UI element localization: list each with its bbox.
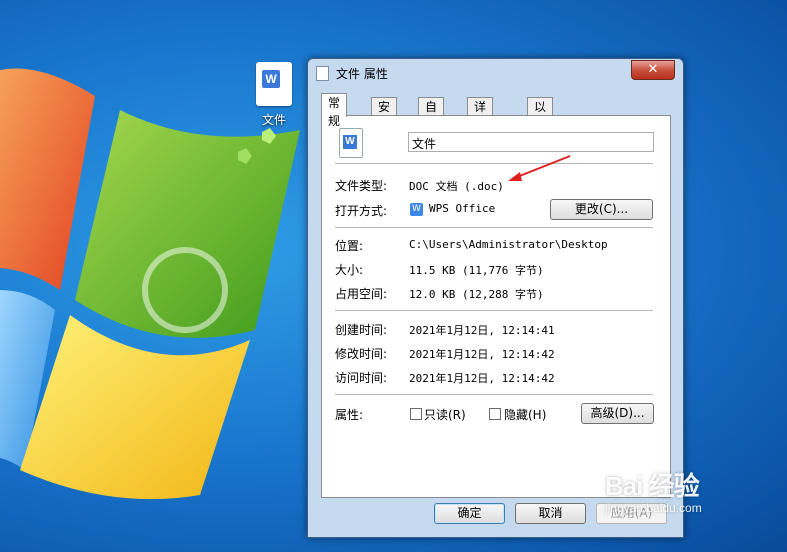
watermark-sub: jingyan.baidu.com <box>605 501 702 515</box>
tab-general[interactable]: 常规 <box>321 93 348 128</box>
baidu-watermark: Bai 经验 jingyan.baidu.com <box>605 466 702 515</box>
watermark-main: Bai 经验 <box>605 471 700 501</box>
